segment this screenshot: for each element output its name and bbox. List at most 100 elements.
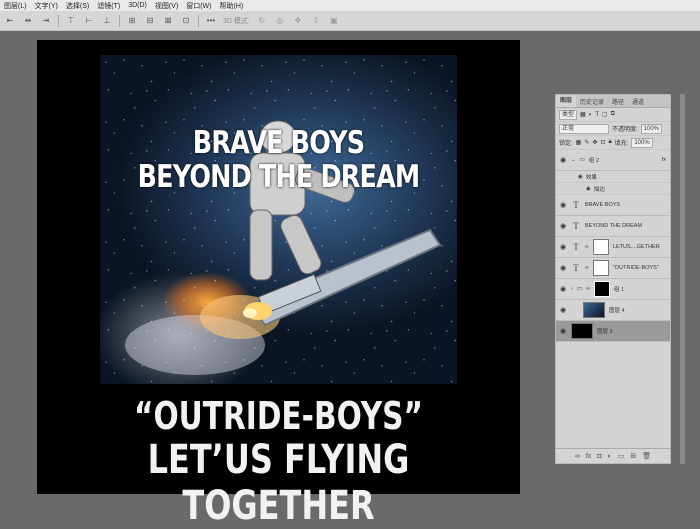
lock-row: 锁定: ▦ ✎ ✥ ⊡ 🔒︎ 填充: 100% — [556, 136, 670, 150]
fill-label: 填充: — [614, 141, 629, 147]
eye-icon[interactable]: ◉ — [559, 201, 567, 209]
lock-label: 锁定: — [559, 141, 573, 147]
group-chevron-icon[interactable]: ⌄ — [571, 157, 576, 163]
tab-layers[interactable]: 图层 — [556, 95, 577, 107]
3d-slide-icon[interactable]: ⇳ — [310, 15, 322, 26]
distribute-4-icon[interactable]: ⊡ — [180, 15, 192, 26]
fx-icon[interactable]: fx — [586, 453, 591, 460]
mask-thumbnail[interactable] — [593, 281, 610, 297]
distribute-icon[interactable]: ⊞ — [126, 15, 138, 26]
3d-rotate-icon[interactable]: ↻ — [256, 15, 268, 26]
menu-window[interactable]: 窗口(W) — [182, 1, 215, 11]
eye-icon[interactable]: ◉ — [578, 174, 583, 180]
artwork-image: BRAVE BOYS BEYOND THE DREAM — [100, 55, 457, 384]
lock-pixels-icon[interactable]: ▦ — [576, 139, 582, 146]
fx-badge[interactable]: fx — [662, 157, 666, 163]
menu-layer[interactable]: 图层(L) — [0, 1, 31, 11]
tab-channels[interactable]: 通道 — [628, 97, 648, 106]
lock-move-icon[interactable]: ✥ — [592, 139, 597, 146]
delete-icon[interactable]: 🗑︎ — [642, 452, 651, 460]
panel-footer: ∞ fx ◘ ◐ ▭ ⊞ 🗑︎ — [556, 448, 670, 463]
eye-icon[interactable]: ◉ — [559, 222, 567, 230]
new-group-icon[interactable]: ▭ — [618, 452, 625, 460]
eye-icon[interactable]: ◉ — [559, 306, 567, 314]
layer-name: 图层 4 — [609, 308, 625, 314]
menu-filter[interactable]: 滤镜(T) — [93, 1, 124, 11]
folder-icon: ▭ — [579, 157, 585, 163]
eye-icon[interactable]: ◉ — [559, 327, 567, 335]
document-canvas[interactable]: BRAVE BOYS BEYOND THE DREAM “OUTRIDE-BOY… — [37, 40, 520, 529]
effects-row[interactable]: ◉ 效果 — [556, 171, 670, 183]
layer-brave-boys[interactable]: ◉ T BRAVE BOYS — [556, 195, 670, 216]
distribute-3-icon[interactable]: ⊠ — [162, 15, 174, 26]
align-middle-icon[interactable]: ⊢ — [83, 15, 95, 26]
layer-thumbnail[interactable] — [571, 323, 593, 339]
layer-3[interactable]: ◉ 图层 3 — [556, 321, 670, 342]
tab-history[interactable]: 历史记录 — [576, 97, 608, 106]
lock-artboard-icon[interactable]: ⊡ — [600, 139, 605, 146]
tab-paths[interactable]: 路径 — [608, 97, 628, 106]
divider — [119, 14, 120, 27]
filter-smart-icon[interactable]: ⧉ — [611, 111, 615, 118]
3d-roll-icon[interactable]: ◎ — [274, 15, 286, 26]
layer-outride-boys[interactable]: ◉ T ∞ "OUTRIDE-BOYS" — [556, 258, 670, 279]
eye-icon[interactable]: ◉ — [559, 156, 567, 164]
link-icon: ∞ — [585, 265, 589, 271]
filter-shape-icon[interactable]: ▢ — [602, 111, 608, 118]
layer-letus-gether[interactable]: ◉ T ∞ LETUS....GETHER — [556, 237, 670, 258]
layer-group-2[interactable]: ◉ ⌄ ▭ 组 2 fx — [556, 150, 670, 171]
layer-4[interactable]: ◉ 图层 4 — [556, 300, 670, 321]
blend-mode-select[interactable]: 正常 — [559, 123, 609, 134]
align-right-icon[interactable]: ⇥ — [40, 15, 52, 26]
canvas-workspace[interactable]: BRAVE BOYS BEYOND THE DREAM “OUTRIDE-BOY… — [0, 32, 553, 529]
new-layer-icon[interactable]: ⊞ — [630, 452, 636, 460]
filter-pixel-icon[interactable]: ▦ — [580, 111, 586, 118]
menu-3d[interactable]: 3D(D) — [124, 2, 151, 9]
panel-scrollbar[interactable] — [680, 94, 685, 464]
folder-icon: ▭ — [576, 286, 583, 292]
align-center-icon[interactable]: ⇹ — [22, 15, 34, 26]
layer-filter-select[interactable]: 类型 — [559, 109, 578, 120]
layer-name: LETUS....GETHER — [612, 244, 660, 250]
fill-input[interactable]: 100% — [631, 137, 653, 148]
eye-icon[interactable]: ◉ — [559, 264, 567, 272]
align-bottom-icon[interactable]: ⊥ — [101, 15, 113, 26]
layer-name: 组 1 — [613, 287, 625, 293]
text-layer-icon: T — [573, 263, 579, 273]
filter-text-icon[interactable]: T — [595, 112, 599, 118]
layer-thumbnail[interactable] — [583, 302, 605, 318]
divider — [58, 14, 59, 27]
group-chevron-icon[interactable]: › — [571, 286, 573, 292]
align-top-icon[interactable]: ⊤ — [65, 15, 77, 26]
eye-icon[interactable]: ◉ — [586, 186, 591, 192]
link-icon: ∞ — [586, 286, 590, 292]
distribute-2-icon[interactable]: ⊟ — [144, 15, 156, 26]
eye-icon[interactable]: ◉ — [559, 243, 567, 251]
mask-thumbnail[interactable] — [592, 239, 609, 255]
caption-line2: LET’US FLYING TOGETHER — [147, 437, 410, 529]
lock-brush-icon[interactable]: ✎ — [584, 139, 589, 146]
layer-group-1[interactable]: ◉ › ▭ ∞ 组 1 — [556, 279, 670, 300]
filter-adjust-icon[interactable]: ◐ — [589, 112, 593, 118]
layer-name: 组 2 — [588, 158, 599, 164]
more-options-button[interactable]: ••• — [205, 15, 217, 26]
mask-thumbnail[interactable] — [592, 260, 609, 276]
stroke-effect-row[interactable]: ◉ 描边 — [556, 183, 670, 195]
menu-view[interactable]: 视图(V) — [151, 1, 182, 11]
menu-help[interactable]: 帮助(H) — [216, 1, 248, 11]
3d-scale-icon[interactable]: ▣ — [328, 15, 340, 26]
eye-icon[interactable]: ◉ — [559, 285, 567, 293]
3d-mode-label: 3D 模式: — [223, 17, 250, 25]
opacity-input[interactable]: 100% — [640, 123, 663, 134]
layer-name: "OUTRIDE-BOYS" — [612, 265, 659, 271]
add-mask-icon[interactable]: ◘ — [597, 453, 601, 460]
3d-pan-icon[interactable]: ✥ — [292, 15, 304, 26]
lock-all-icon[interactable]: 🔒︎ — [608, 139, 611, 146]
link-layers-icon[interactable]: ∞ — [575, 453, 580, 460]
panel-tabs: 图层 历史记录 路径 通道 — [556, 95, 670, 108]
menu-type[interactable]: 文字(Y) — [31, 1, 62, 11]
layer-beyond-the-dream[interactable]: ◉ T BEYOND THE DREAM — [556, 216, 670, 237]
adjustment-icon[interactable]: ◐ — [608, 453, 612, 460]
menu-select[interactable]: 选择(S) — [62, 1, 93, 11]
align-left-icon[interactable]: ⇤ — [4, 15, 16, 26]
